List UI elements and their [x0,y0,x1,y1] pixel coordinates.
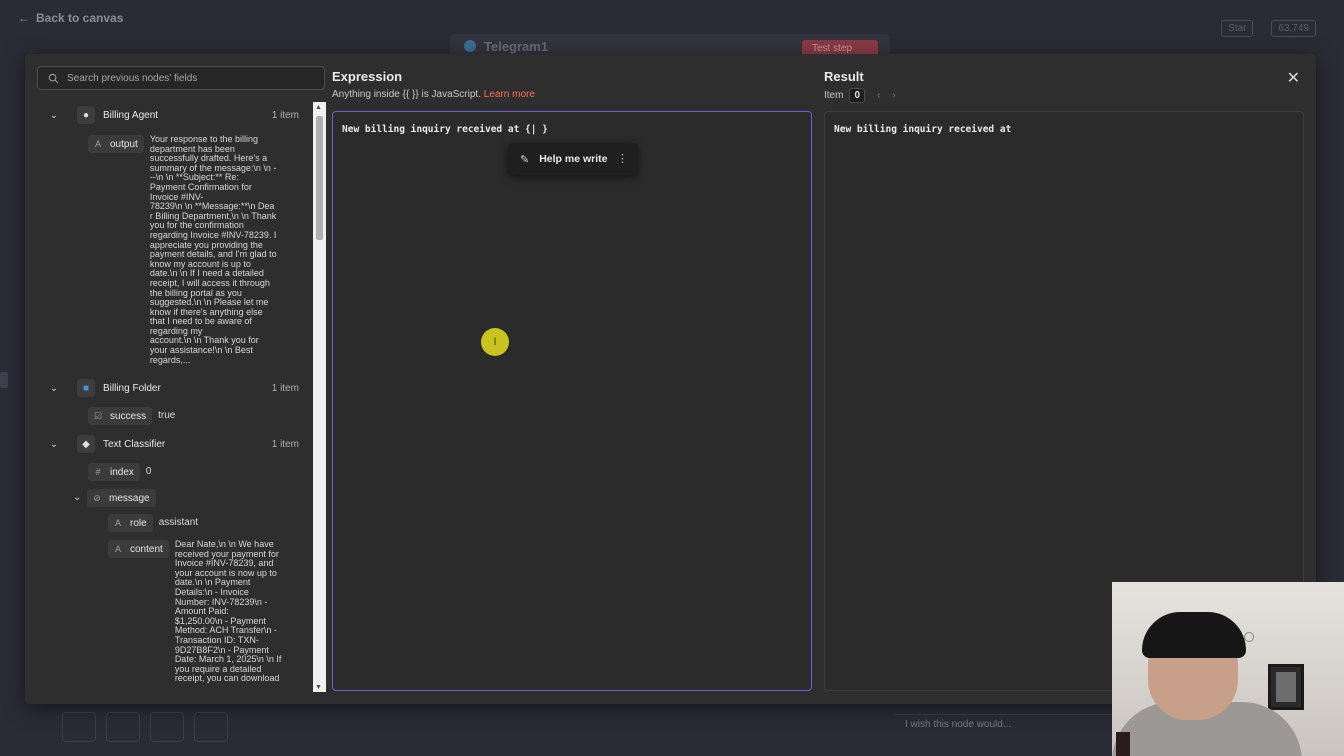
tree-node-text-classifier[interactable]: ⌄ ◆ Text Classifier 1 item [37,434,313,454]
expression-editor[interactable]: New billing inquiry received at {| } ✎ H… [332,111,812,691]
field-value: true [158,410,176,421]
github-star[interactable]: Star 63,749 [1221,20,1316,37]
node-name: Billing Agent [103,109,159,121]
field-key: index [110,466,134,478]
field-key: role [130,517,147,529]
field-value: Your response to the billing department h… [149,134,277,365]
field-index[interactable]: # index 0 [88,463,151,481]
arrow-left-icon: ← [18,11,30,25]
more-options-icon[interactable]: ⋮ [617,152,628,165]
chevron-left-icon[interactable]: ‹ [877,90,880,101]
text-cursor-icon: I [481,328,509,356]
telegram-icon [464,40,476,52]
tree-scrollbar[interactable]: ▲ ▼ [313,102,326,692]
chevron-right-icon[interactable]: › [892,90,895,101]
star-label: Star [1221,20,1254,37]
node-name: Text Classifier [103,438,166,450]
object-type-icon: ⊘ [93,492,101,503]
item-count: 1 item [271,382,299,394]
outlook-icon: ■ [77,379,95,397]
item-count: 1 item [271,109,299,121]
chevron-down-icon[interactable]: ⌄ [73,489,87,507]
expression-title: Expression [332,69,403,84]
field-message[interactable]: ⌄ ⊘ message [73,489,156,507]
field-success[interactable]: ☑ success true [88,407,175,425]
tree-node-billing-folder[interactable]: ⌄ ■ Billing Folder 1 item [37,378,313,398]
result-text: New billing inquiry received at [834,124,1012,135]
string-type-icon: A [114,518,121,528]
search-icon [48,73,59,83]
field-pill[interactable]: # index [88,463,140,481]
learn-more-link[interactable]: Learn more [484,89,535,100]
close-icon[interactable]: ✕ [1287,68,1300,88]
chevron-down-icon[interactable]: ⌄ [37,110,63,121]
feedback-input[interactable]: I wish this node would... [895,714,1115,734]
string-type-icon: A [94,139,101,149]
item-index-input[interactable]: 0 [849,88,866,103]
tree-node-billing-agent[interactable]: ⌄ ● Billing Agent 1 item [37,105,313,125]
field-value: Dear Nate,\n \n We have received your pay… [174,539,282,684]
input-fields-tree: ⌄ ● Billing Agent 1 item A output Your r… [37,100,313,694]
field-pill[interactable]: A output [88,135,144,153]
help-me-write-popup[interactable]: ✎ Help me write ⋮ [508,143,638,175]
field-role[interactable]: A role assistant [108,514,198,532]
item-selector: Item 0 ‹ › [824,88,896,103]
search-placeholder: Search previous nodes' fields [67,72,198,84]
canvas-tools [62,712,228,742]
fit-view-button[interactable] [62,712,96,742]
field-pill[interactable]: A content [108,540,169,558]
zoom-out-button[interactable] [150,712,184,742]
search-fields-input[interactable]: Search previous nodes' fields [37,66,325,90]
microphone [1116,732,1130,756]
expression-code[interactable]: New billing inquiry received at {| } [342,124,548,135]
field-key: output [110,138,138,150]
back-to-canvas-link[interactable]: ← Back to canvas [18,11,123,25]
chevron-down-icon[interactable]: ⌄ [37,383,63,394]
node-name: Billing Folder [103,382,161,394]
field-key: success [110,410,147,422]
field-key: content [130,543,163,555]
field-output[interactable]: A output Your response to the billing dep… [88,134,277,365]
robot-icon: ● [77,106,95,124]
result-title: Result [824,69,864,84]
chevron-down-icon[interactable]: ⌄ [37,439,63,450]
expression-subtitle: Anything inside {{ }} is JavaScript. Lea… [332,89,535,100]
scroll-up-icon[interactable]: ▲ [315,104,322,111]
magic-wand-icon: ✎ [520,153,530,166]
field-value: assistant [158,517,199,528]
number-type-icon: # [95,467,101,477]
back-to-canvas-label: Back to canvas [36,11,124,25]
node-name: Telegram1 [484,38,549,54]
undo-button[interactable] [194,712,228,742]
subtitle-text: Anything inside {{ }} is JavaScript. [332,89,481,100]
boolean-type-icon: ☑ [94,410,103,421]
scroll-down-icon[interactable]: ▼ [315,684,322,691]
field-key: message [109,492,150,504]
star-count: 63,749 [1271,20,1316,37]
presenter-hair [1142,612,1246,658]
field-value: 0 [145,466,152,477]
help-me-write-label: Help me write [539,153,608,165]
item-count: 1 item [271,438,299,450]
value-line: receipt, you can download [174,673,280,684]
side-panel-handle[interactable] [0,372,8,388]
zoom-in-button[interactable] [106,712,140,742]
scroll-thumb[interactable] [316,116,323,240]
field-pill[interactable]: ☑ success [88,407,153,425]
wall-ring [1244,632,1254,642]
field-pill[interactable]: ⊘ message [87,489,156,507]
string-type-icon: A [114,544,121,554]
tag-icon: ◆ [77,435,95,453]
webcam-overlay [1112,582,1344,756]
item-label: Item [824,90,844,101]
value-line: regards,... [149,354,191,365]
wall-frame [1268,664,1304,710]
field-pill[interactable]: A role [108,514,153,532]
field-content[interactable]: A content Dear Nate,\n \n We have receive… [108,539,282,684]
